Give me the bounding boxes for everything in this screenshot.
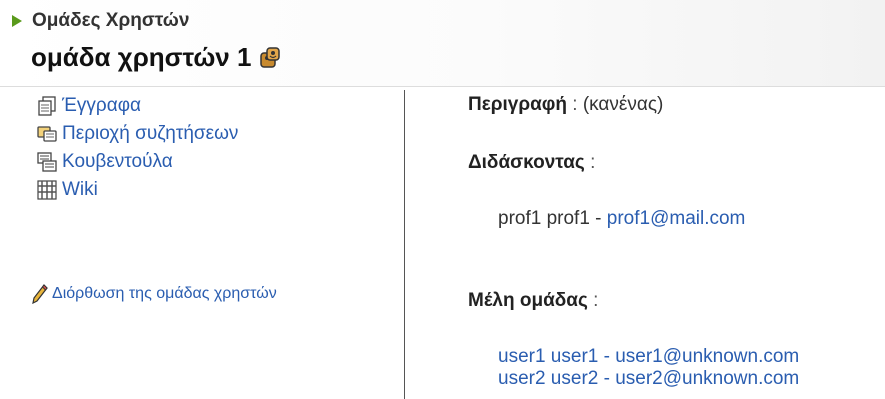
tutor-email-link[interactable]: prof1@mail.com xyxy=(607,208,746,229)
documents-icon xyxy=(36,95,58,117)
wiki-icon xyxy=(36,179,58,201)
chat-icon xyxy=(36,151,58,173)
menu-item-label[interactable]: Περιοχή συζητήσεων xyxy=(62,123,238,145)
tutor-row: prof1 prof1 - prof1@mail.com xyxy=(498,208,745,230)
tutor-label: Διδάσκοντας xyxy=(468,152,585,173)
breadcrumb-arrow-icon xyxy=(12,15,22,27)
member-item[interactable]: user2 user2 - user2@unknown.com xyxy=(498,368,799,390)
menu-item-label[interactable]: Κουβεντούλα xyxy=(62,151,173,173)
members-label: Μέλη ομάδας xyxy=(468,290,588,311)
tutor-heading-row: Διδάσκοντας : xyxy=(468,152,595,174)
menu-item-label[interactable]: Wiki xyxy=(62,179,98,201)
column-divider xyxy=(404,90,405,399)
page: Ομάδες Χρηστών ομάδα χρηστών 1 Έγγραφα Π… xyxy=(0,0,885,399)
members-list: user1 user1 - user1@unknown.com user2 us… xyxy=(498,346,799,390)
menu-item-chat[interactable]: Κουβεντούλα xyxy=(36,148,238,176)
description-label: Περιγραφή xyxy=(468,94,567,115)
forum-icon xyxy=(36,123,58,145)
members-separator: : xyxy=(593,290,599,311)
page-header: Ομάδες Χρηστών ομάδα χρηστών 1 xyxy=(0,0,885,87)
member-item[interactable]: user1 user1 - user1@unknown.com xyxy=(498,346,799,368)
pencil-icon xyxy=(32,284,48,304)
group-tools-menu: Έγγραφα Περιοχή συζητήσεων Κουβεντούλα W… xyxy=(36,92,238,204)
description-row: Περιγραφή : (κανένας) xyxy=(468,94,663,116)
breadcrumb[interactable]: Ομάδες Χρηστών xyxy=(12,10,189,32)
members-heading-row: Μέλη ομάδας : xyxy=(468,290,598,312)
description-value: (κανένας) xyxy=(582,94,664,115)
page-title-text: ομάδα χρηστών 1 xyxy=(31,42,252,72)
group-icon xyxy=(259,46,281,69)
description-separator: : xyxy=(572,94,578,115)
edit-group-link[interactable]: Διόρθωση της ομάδας χρηστών xyxy=(32,284,277,304)
edit-group-label[interactable]: Διόρθωση της ομάδας χρηστών xyxy=(52,285,277,303)
page-title: ομάδα χρηστών 1 xyxy=(31,42,281,73)
menu-item-documents[interactable]: Έγγραφα xyxy=(36,92,238,120)
tutor-separator: : xyxy=(590,152,596,173)
menu-item-wiki[interactable]: Wiki xyxy=(36,176,238,204)
menu-item-forum[interactable]: Περιοχή συζητήσεων xyxy=(36,120,238,148)
tutor-name: prof1 prof1 - xyxy=(498,208,607,229)
breadcrumb-label[interactable]: Ομάδες Χρηστών xyxy=(32,10,189,32)
menu-item-label[interactable]: Έγγραφα xyxy=(62,95,141,117)
